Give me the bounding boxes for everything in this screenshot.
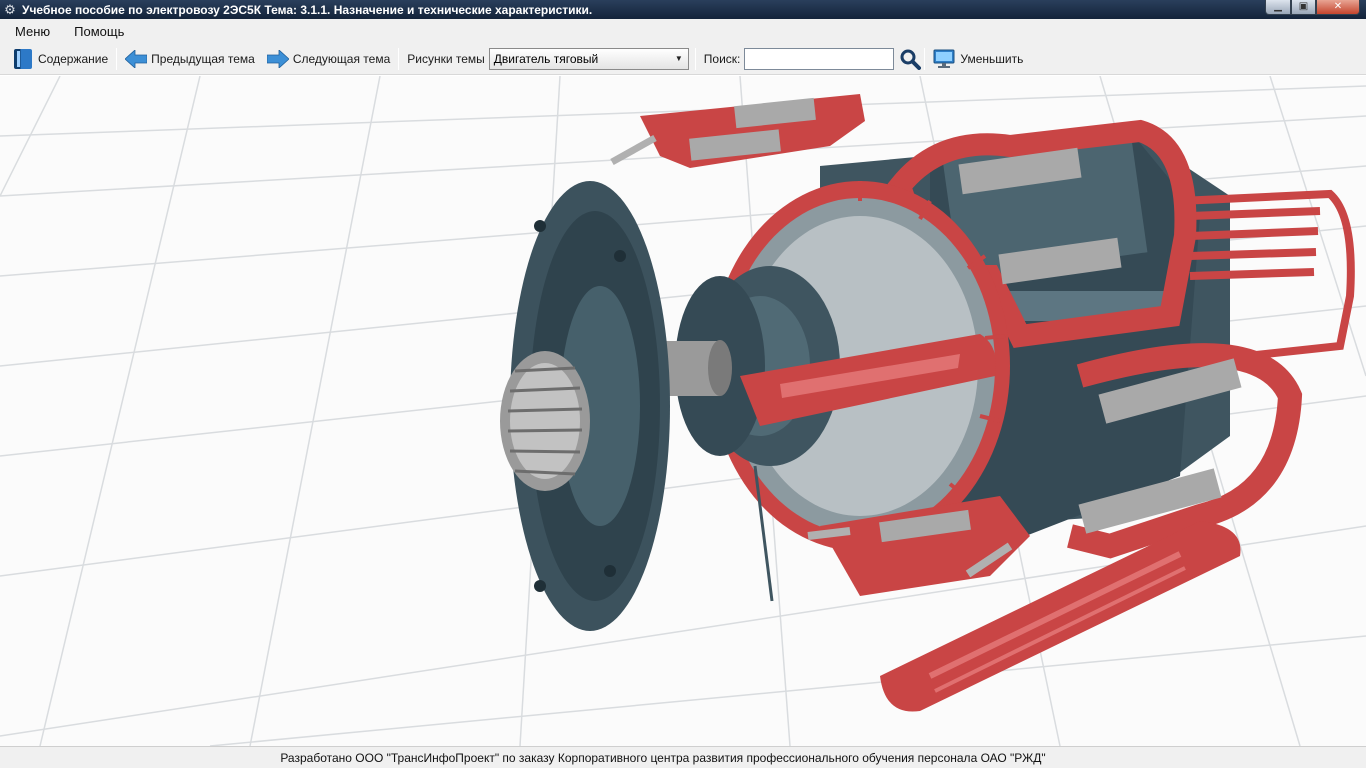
window-controls: ▁ ▣ ✕ <box>1265 0 1360 15</box>
search-label: Поиск: <box>703 51 741 66</box>
shrink-button[interactable]: Уменьшить <box>927 46 1029 72</box>
figures-select[interactable]: Двигатель тяговый ▼ <box>488 47 689 70</box>
status-bar: Разработано ООО "ТрансИнфоПроект" по зак… <box>0 746 1366 768</box>
monitor-icon <box>933 49 955 68</box>
chevron-down-icon: ▼ <box>674 54 683 63</box>
pinion-gear <box>500 351 590 491</box>
contents-label: Содержание <box>38 51 109 66</box>
window-title: Учебное пособие по электровозу 2ЭС5К Тем… <box>22 2 593 17</box>
previous-topic-button[interactable]: Предыдущая тема <box>119 46 261 72</box>
figures-select-value: Двигатель тяговый <box>493 51 599 66</box>
toolbar-separator <box>116 47 118 70</box>
menu-bar: Меню Помощь <box>0 19 1366 43</box>
toolbar-separator <box>398 47 400 70</box>
close-button[interactable]: ✕ <box>1316 0 1360 15</box>
search-button[interactable] <box>898 47 922 71</box>
traction-motor-model[interactable] <box>0 76 1366 746</box>
top-bracket <box>610 94 865 168</box>
toolbar: Содержание Предыдущая тема Следующая тем… <box>0 43 1366 75</box>
figures-label: Рисунки темы <box>407 51 485 66</box>
shrink-label: Уменьшить <box>960 51 1024 66</box>
arrow-left-icon <box>125 49 148 68</box>
status-text: Разработано ООО "ТрансИнфоПроект" по зак… <box>280 750 1046 765</box>
next-topic-label: Следующая тема <box>292 51 391 66</box>
maximize-button[interactable]: ▣ <box>1291 0 1316 15</box>
search-input[interactable] <box>744 47 895 70</box>
magnifier-icon <box>900 49 922 70</box>
title-bar: ⚙ Учебное пособие по электровозу 2ЭС5К Т… <box>0 0 1366 19</box>
book-icon <box>14 48 32 69</box>
previous-topic-label: Предыдущая тема <box>151 51 255 66</box>
gear-icon[interactable]: ⚙ <box>3 2 17 17</box>
app-window: ⚙ Учебное пособие по электровозу 2ЭС5К Т… <box>0 0 1366 768</box>
minimize-button[interactable]: ▁ <box>1265 0 1291 15</box>
menu-item-menu[interactable]: Меню <box>6 24 59 39</box>
model-viewport[interactable] <box>0 76 1366 746</box>
toolbar-separator <box>694 47 696 70</box>
arrow-right-icon <box>266 49 289 68</box>
next-topic-button[interactable]: Следующая тема <box>261 46 396 72</box>
contents-button[interactable]: Содержание <box>8 46 114 72</box>
toolbar-separator <box>924 47 926 70</box>
menu-item-help[interactable]: Помощь <box>65 24 133 39</box>
